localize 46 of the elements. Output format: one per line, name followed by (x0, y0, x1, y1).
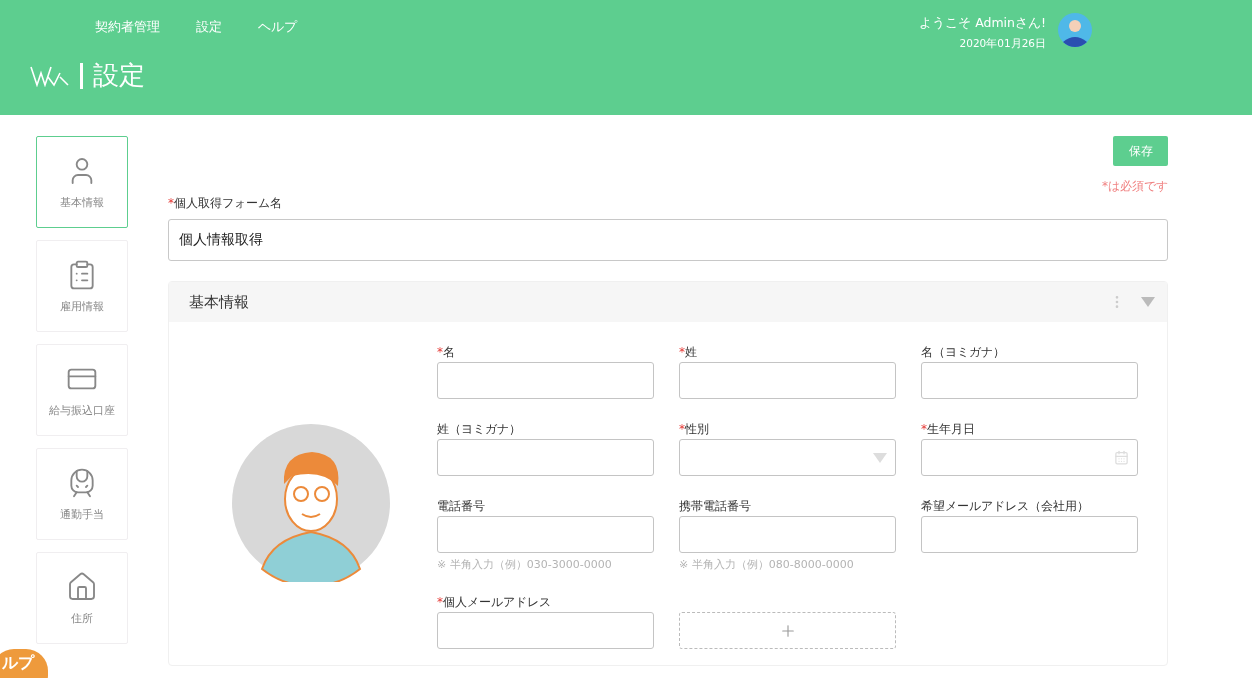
nav-link[interactable]: ヘルプ (258, 18, 297, 36)
input-field[interactable] (437, 362, 654, 399)
user-avatar-icon[interactable] (1058, 13, 1092, 47)
field-label: 姓（ヨミガナ） (437, 421, 522, 438)
select-field[interactable] (679, 439, 896, 476)
field-label: 希望メールアドレス（会社用） (921, 498, 1090, 515)
form-name-input[interactable]: 個人情報取得 (168, 219, 1168, 261)
page-title: 設定 (93, 59, 145, 92)
input-field[interactable] (437, 439, 654, 476)
welcome-text: ようこそ Adminさん! (919, 15, 1046, 32)
section-header[interactable]: 基本情報 (169, 282, 1167, 322)
input-field[interactable] (437, 612, 654, 649)
input-hint: ※ 半角入力（例）030-3000-0000 (437, 557, 613, 572)
sidebar-item[interactable]: 給与振込口座 (36, 344, 128, 436)
form-name-label: *個人取得フォーム名 (168, 195, 283, 212)
logo-icon (30, 64, 70, 87)
help-tab[interactable]: ルプ (0, 649, 48, 678)
input-field[interactable] (679, 362, 896, 399)
field-label: *生年月日 (921, 421, 976, 438)
house-icon (66, 570, 98, 603)
field-label: *性別 (679, 421, 710, 438)
field-label: *個人メールアドレス (437, 594, 552, 611)
date-field[interactable] (921, 439, 1138, 476)
nav-link[interactable]: 契約者管理 (95, 18, 160, 36)
field-label: 携帯電話番号 (679, 498, 752, 515)
dropdown-caret-icon (873, 452, 887, 463)
input-field[interactable] (679, 516, 896, 553)
sidebar-item[interactable]: 基本情報 (36, 136, 128, 228)
title-divider-icon (80, 62, 83, 89)
field-label: *名 (437, 344, 456, 361)
input-field[interactable] (921, 362, 1138, 399)
calendar-icon (1114, 450, 1129, 465)
date-text: 2020年01月26日 (959, 37, 1046, 51)
field-label: *姓 (679, 344, 698, 361)
input-hint: ※ 半角入力（例）080-8000-0000 (679, 557, 855, 572)
add-field-button[interactable] (679, 612, 896, 649)
save-button[interactable]: 保存 (1113, 136, 1168, 166)
sidebar-item[interactable]: 雇用情報 (36, 240, 128, 332)
field-label: 名（ヨミガナ） (921, 344, 1006, 361)
input-field[interactable] (437, 516, 654, 553)
sidebar-item[interactable]: 通勤手当 (36, 448, 128, 540)
input-field[interactable] (921, 516, 1138, 553)
nav-link[interactable]: 設定 (196, 18, 222, 36)
sidebar-item[interactable]: 住所 (36, 552, 128, 644)
required-note: *は必須です (1102, 178, 1168, 195)
field-label: 電話番号 (437, 498, 486, 515)
